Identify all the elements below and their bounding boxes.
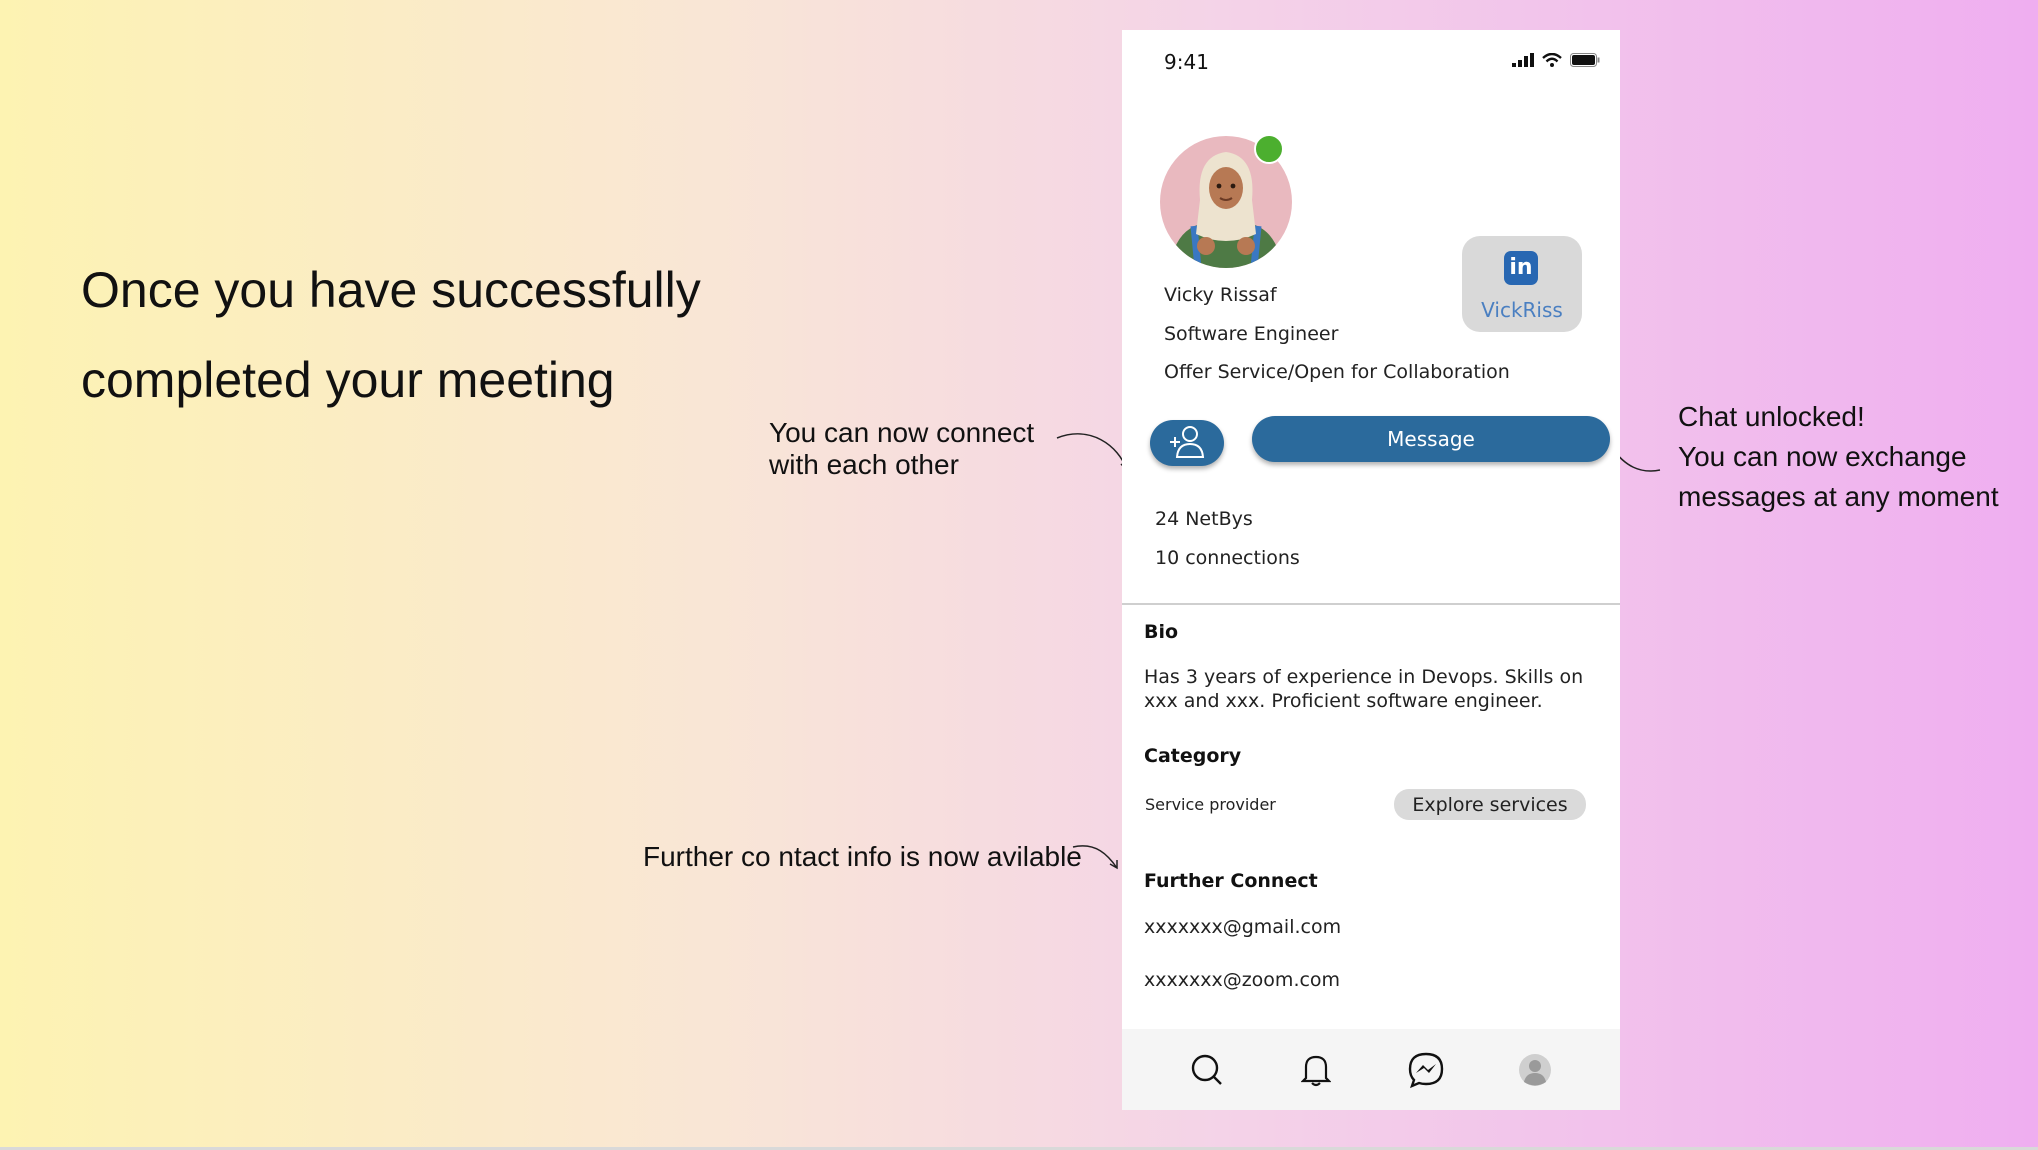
online-status-dot [1254,134,1284,164]
chat-annotation-line1: Chat unlocked! [1678,401,1865,432]
bell-icon[interactable] [1296,1050,1336,1090]
signal-icon [1512,52,1534,71]
phone-screen: 9:41 Vicky Rissaf Software Engineer Offe… [1122,30,1620,1110]
message-button[interactable]: Message [1252,416,1610,462]
profile-name: Vicky Rissaf [1164,284,1277,306]
search-icon[interactable] [1187,1050,1227,1090]
bio-text: Has 3 years of experience in Devops. Ski… [1144,666,1584,712]
profile-icon[interactable] [1515,1050,1555,1090]
section-divider [1122,603,1620,605]
contact-annotation: Further co ntact info is now avilable [643,841,1082,872]
slide-headline: Once you have successfully completed you… [81,262,701,408]
netbys-count[interactable]: 24 NetBys [1155,508,1253,530]
connect-annotation-text: You can now connect with each other [769,417,1035,480]
linkedin-icon: in [1504,251,1538,285]
annotation-arrows [1056,433,1661,870]
chat-annotation-line2: You can now exchange messages at any mom… [1678,441,1999,512]
messenger-icon[interactable] [1406,1050,1446,1090]
category-value: Service provider [1145,795,1276,814]
profile-offer: Offer Service/Open for Collaboration [1164,361,1510,383]
bottom-tab-bar [1122,1029,1620,1110]
add-person-icon [1168,424,1206,462]
connect-annotation: You can now connect with each other [769,417,1049,481]
chat-annotation: Chat unlocked! You can now exchange mess… [1678,397,2008,517]
bio-title: Bio [1144,621,1179,643]
category-title: Category [1144,745,1242,767]
contact-arrowhead [1109,860,1118,870]
zoom-contact[interactable]: xxxxxxx@zoom.com [1144,969,1340,991]
status-time: 9:41 [1164,50,1209,74]
profile-role: Software Engineer [1164,323,1339,345]
gmail-contact[interactable]: xxxxxxx@gmail.com [1144,916,1341,938]
linkedin-card[interactable]: in VickRiss [1462,236,1582,332]
wifi-icon [1542,52,1562,71]
explore-services-button[interactable]: Explore services [1394,789,1586,820]
linkedin-handle: VickRiss [1481,298,1563,322]
further-connect-title: Further Connect [1144,870,1318,892]
battery-icon [1570,52,1600,71]
status-icons [1512,52,1600,71]
connect-button[interactable] [1150,420,1224,466]
connections-count[interactable]: 10 connections [1155,547,1300,569]
connect-arrow [1056,433,1128,471]
